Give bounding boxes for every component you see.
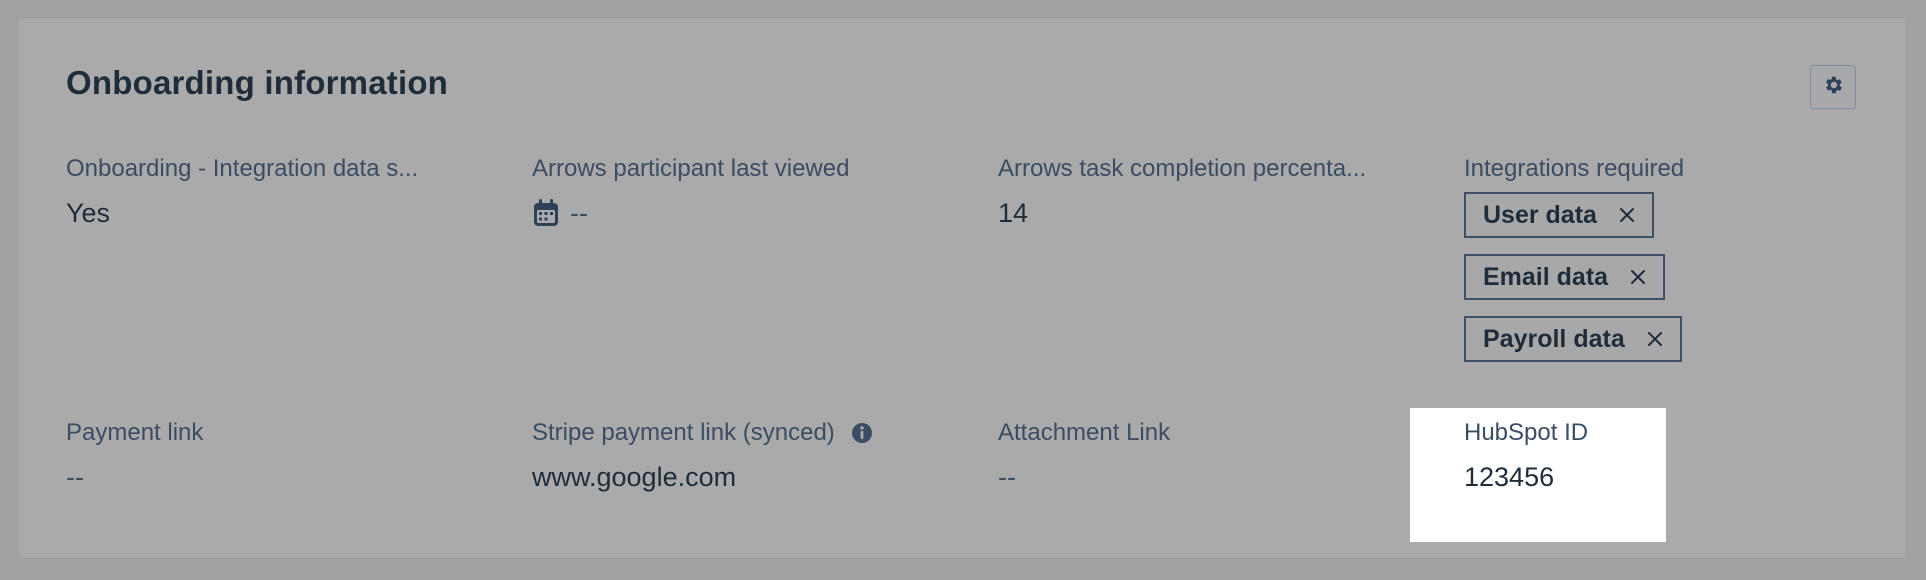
field-value: -- [66,462,84,492]
close-icon[interactable] [1647,331,1663,347]
close-icon[interactable] [1630,269,1646,285]
tag-label: Email data [1483,262,1609,291]
field-hubspot-id: HubSpot ID 123456 [1464,418,1664,494]
tag-label: Payroll data [1483,324,1625,353]
field-label: Payment link [66,419,204,446]
gear-icon [1822,74,1844,101]
field-label: Integrations required [1464,155,1685,182]
field-value: 14 [998,198,1029,228]
field-value: 123456 [1464,462,1555,492]
tag-label: User data [1483,200,1597,229]
field-participant-last-viewed: Arrows participant last viewed -- [532,154,972,230]
field-payment-link: Payment link -- [66,418,506,494]
field-value-row: -- [532,196,972,230]
field-value: Yes [66,198,111,228]
onboarding-card: Onboarding information Onboarding - Inte… [18,18,1906,558]
field-integrations-required: Integrations required User data Email da… [1464,154,1904,378]
field-attachment-link: Attachment Link -- [998,418,1438,494]
field-label: Arrows participant last viewed [532,155,850,182]
field-value: -- [998,462,1016,492]
field-value[interactable]: www.google.com [532,460,972,494]
field-label-row: Stripe payment link (synced) [532,418,972,448]
tag-email-data[interactable]: Email data [1464,254,1666,300]
field-value: -- [570,198,588,228]
calendar-icon [532,198,560,228]
field-label: Attachment Link [998,419,1171,446]
card-title: Onboarding information [66,64,449,101]
field-task-completion: Arrows task completion percenta... 14 [998,154,1438,230]
field-label: HubSpot ID [1464,419,1589,446]
field-label: Stripe payment link (synced) [532,419,835,446]
settings-button[interactable] [1810,65,1856,109]
tag-payroll-data[interactable]: Payroll data [1464,316,1682,362]
field-integration-data: Onboarding - Integration data s... Yes [66,154,506,230]
tag-list: User data Email data Payroll data [1464,192,1904,378]
field-label: Arrows task completion percenta... [998,155,1367,182]
info-icon[interactable] [851,422,873,444]
close-icon[interactable] [1619,207,1635,223]
field-label: Onboarding - Integration data s... [66,155,419,182]
tag-user-data[interactable]: User data [1464,192,1654,238]
field-stripe-payment-link: Stripe payment link (synced) www.google.… [532,418,972,494]
